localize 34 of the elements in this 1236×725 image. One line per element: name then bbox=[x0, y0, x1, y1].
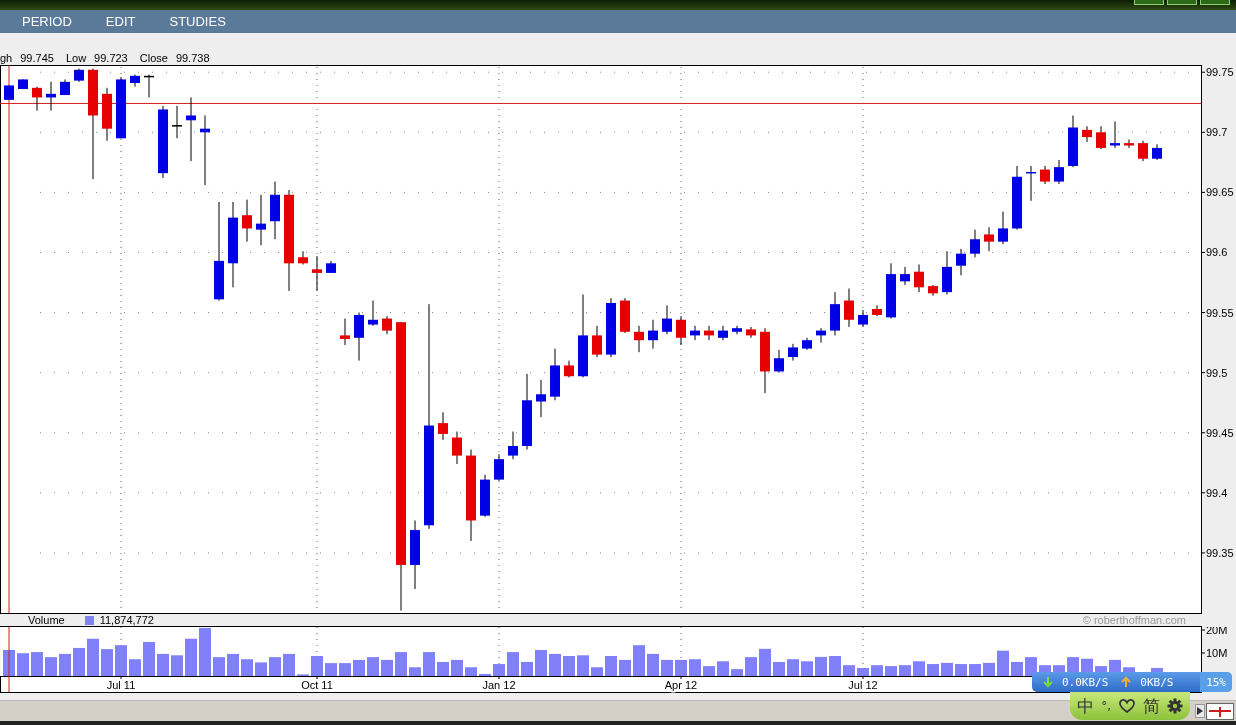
credit-text: © roberthoffman.com bbox=[1082, 614, 1186, 626]
date-label: Oct 11 bbox=[301, 679, 333, 691]
menu-item[interactable]: EDIT bbox=[95, 14, 146, 29]
axis-label: 99.7 bbox=[1206, 126, 1228, 139]
axis-label: 99.45 bbox=[1206, 426, 1234, 439]
volume-value: 11,874,772 bbox=[99, 614, 154, 626]
axis-label: 20M bbox=[1206, 627, 1228, 636]
axis-label: 99.65 bbox=[1206, 186, 1234, 199]
menu-item[interactable]: PERIOD bbox=[12, 14, 82, 29]
date-label: Apr 12 bbox=[664, 679, 698, 691]
axis-label: 99.4 bbox=[1206, 486, 1228, 499]
axis-label: 99.75 bbox=[1206, 66, 1234, 79]
volume-label: Volume bbox=[28, 614, 65, 626]
quote-label: Close bbox=[139, 52, 168, 64]
axis-label: 99.55 bbox=[1206, 306, 1234, 319]
input-mode[interactable]: 中 bbox=[1077, 694, 1095, 718]
upload-speed: 0KB/S bbox=[1140, 675, 1174, 689]
script-mode[interactable]: 简 bbox=[1142, 694, 1160, 718]
quote-label: gh bbox=[0, 52, 13, 64]
usage-percent: 15% bbox=[1200, 672, 1232, 692]
punctuation-mode[interactable]: °, bbox=[1101, 699, 1112, 713]
date-label: Jul 11 bbox=[106, 679, 136, 691]
download-speed: 0.0KB/S bbox=[1062, 675, 1109, 689]
date-label: Jul 12 bbox=[848, 679, 878, 691]
date-label: Jan 12 bbox=[482, 679, 516, 691]
quote-label: Low bbox=[65, 52, 87, 64]
quote-value: 99.745 bbox=[20, 52, 54, 64]
axis-label: 10M bbox=[1206, 647, 1228, 659]
quote-value: 99.723 bbox=[94, 52, 128, 64]
menu-item[interactable]: STUDIES bbox=[159, 14, 236, 29]
axis-label: 99.35 bbox=[1206, 546, 1234, 559]
axis-label: 99.5 bbox=[1206, 366, 1228, 379]
quote-value: 99.738 bbox=[175, 52, 210, 64]
axis-label: 99.6 bbox=[1206, 246, 1228, 259]
